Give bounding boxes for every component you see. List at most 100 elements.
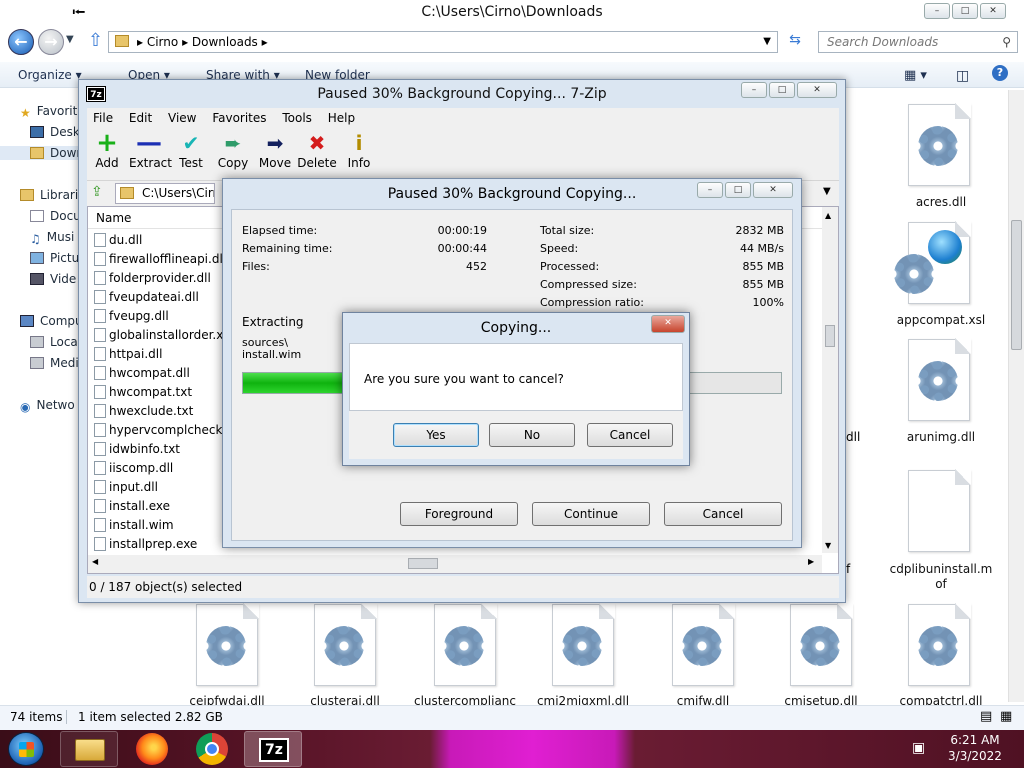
add-button[interactable]: + Add: [87, 130, 127, 170]
nav-desktop[interactable]: Deskt: [30, 125, 85, 139]
menu-view[interactable]: View: [168, 111, 196, 125]
taskbar-explorer[interactable]: [60, 731, 118, 767]
file-icon[interactable]: [196, 603, 259, 686]
menu-file[interactable]: File: [93, 111, 113, 125]
continue-button[interactable]: Continue: [532, 502, 650, 526]
maximize-button[interactable]: □: [952, 3, 978, 19]
nav-pictures[interactable]: Pictu: [30, 251, 79, 265]
details-view-icon[interactable]: ▤: [980, 706, 992, 728]
vertical-scrollbar[interactable]: [1008, 90, 1024, 702]
foreground-button[interactable]: Foreground: [400, 502, 518, 526]
back-button[interactable]: ←: [8, 29, 34, 55]
nav-network[interactable]: ◉ Netwo: [20, 398, 75, 414]
close-button[interactable]: ✕: [980, 3, 1006, 19]
test-button[interactable]: ✔ Test: [171, 132, 211, 170]
file-row[interactable]: hypervcomplcheck.d: [94, 421, 234, 440]
nav-videos[interactable]: Vide: [30, 272, 76, 286]
file-icon[interactable]: [672, 603, 735, 686]
file-row[interactable]: folderprovider.dll: [94, 269, 211, 288]
breadcrumb-cirno[interactable]: Cirno: [147, 35, 178, 49]
organize-button[interactable]: Organize ▾: [18, 68, 82, 82]
file-icon[interactable]: [552, 603, 615, 686]
file-row[interactable]: install.wim: [94, 516, 174, 535]
nav-documents[interactable]: Docu: [30, 209, 81, 223]
breadcrumb-downloads[interactable]: Downloads: [192, 35, 258, 49]
move-button[interactable]: ➡ Move: [255, 132, 295, 170]
file-row[interactable]: hwcompat.txt: [94, 383, 192, 402]
file-icon[interactable]: [434, 603, 497, 686]
progress-cancel-button[interactable]: Cancel: [664, 502, 782, 526]
taskbar-7zip[interactable]: 7z: [244, 731, 302, 767]
yes-button[interactable]: Yes: [393, 423, 479, 447]
clock[interactable]: 6:21 AM 3/3/2022: [935, 732, 1015, 766]
confirm-cancel-button[interactable]: Cancel: [587, 423, 673, 447]
firefox-icon[interactable]: [136, 733, 168, 765]
file-row[interactable]: fveupdateai.dll: [94, 288, 199, 307]
nav-media[interactable]: Medi: [30, 356, 79, 370]
menu-tools[interactable]: Tools: [282, 111, 312, 125]
file-icon[interactable]: [908, 338, 971, 421]
refresh-icon[interactable]: ⇆: [785, 32, 805, 52]
menu-help[interactable]: Help: [328, 111, 355, 125]
file-icon[interactable]: [908, 469, 971, 552]
scroll-down-icon[interactable]: ▼: [825, 541, 831, 550]
maximize-button[interactable]: □: [725, 182, 751, 198]
file-icon[interactable]: [790, 603, 853, 686]
file-label[interactable]: arunimg.dll: [886, 430, 996, 444]
file-icon[interactable]: [314, 603, 377, 686]
7zip-vertical-scrollbar[interactable]: ▲ ▼: [822, 207, 838, 553]
close-button[interactable]: ✕: [797, 82, 837, 98]
scrollbar-thumb[interactable]: [825, 325, 835, 347]
search-input[interactable]: Search Downloads ⚲: [818, 31, 1018, 53]
file-label[interactable]: appcompat.xsl: [886, 313, 996, 327]
nav-music[interactable]: ♫ Musi: [30, 230, 74, 246]
minimize-button[interactable]: –: [741, 82, 767, 98]
file-row[interactable]: install.exe: [94, 497, 170, 516]
file-row[interactable]: iiscomp.dll: [94, 459, 173, 478]
file-icon[interactable]: [908, 603, 971, 686]
up-folder-icon[interactable]: ⇪: [91, 184, 103, 200]
file-row[interactable]: httpai.dll: [94, 345, 162, 364]
views-icon[interactable]: ▦ ▾: [904, 68, 927, 83]
file-row[interactable]: globalinstallorder.xm: [94, 326, 235, 345]
delete-button[interactable]: ✖ Delete: [297, 132, 337, 170]
close-button[interactable]: ✕: [753, 182, 793, 198]
info-button[interactable]: i Info: [339, 132, 379, 170]
address-dropdown-icon[interactable]: ▼: [763, 32, 771, 52]
chrome-icon[interactable]: [196, 733, 228, 765]
file-row[interactable]: input.dll: [94, 478, 158, 497]
7zip-path-input[interactable]: C:\Users\Cirno: [115, 183, 215, 204]
maximize-button[interactable]: □: [769, 82, 795, 98]
help-icon[interactable]: ?: [992, 65, 1008, 81]
minimize-button[interactable]: –: [697, 182, 723, 198]
file-icon[interactable]: [908, 103, 971, 186]
file-row[interactable]: installprep.exe: [94, 535, 197, 553]
nav-favorites[interactable]: ★ Favorit: [20, 104, 77, 120]
file-label[interactable]: cdplibuninstall.mof: [886, 562, 996, 592]
path-dropdown-icon[interactable]: ▼: [823, 186, 831, 197]
file-row[interactable]: idwbinfo.txt: [94, 440, 180, 459]
file-row[interactable]: firewallofflineapi.dll: [94, 250, 226, 269]
nav-libraries[interactable]: Librarie: [20, 188, 86, 202]
nav-computer[interactable]: Compu: [20, 314, 83, 328]
scroll-right-icon[interactable]: ▶: [808, 557, 814, 566]
file-row[interactable]: hwcompat.dll: [94, 364, 190, 383]
file-icon[interactable]: [894, 221, 971, 304]
forward-button[interactable]: →: [38, 29, 64, 55]
large-icons-view-icon[interactable]: ▦: [1000, 706, 1012, 728]
start-button[interactable]: [8, 732, 44, 766]
scroll-left-icon[interactable]: ◀: [92, 557, 98, 566]
recent-pages-chevron-icon[interactable]: ▼: [66, 34, 74, 45]
minimize-button[interactable]: –: [924, 3, 950, 19]
network-tray-icon[interactable]: ▣: [912, 740, 925, 756]
menu-edit[interactable]: Edit: [129, 111, 152, 125]
scrollbar-thumb[interactable]: [408, 558, 438, 569]
nav-local-disk[interactable]: Local: [30, 335, 81, 349]
file-row[interactable]: hwexclude.txt: [94, 402, 193, 421]
no-button[interactable]: No: [489, 423, 575, 447]
file-label[interactable]: acres.dll: [886, 195, 996, 209]
extract-button[interactable]: — Extract: [129, 130, 172, 170]
close-button[interactable]: ✕: [651, 315, 685, 333]
scroll-up-icon[interactable]: ▲: [825, 211, 831, 220]
scrollbar-thumb[interactable]: [1011, 220, 1022, 350]
